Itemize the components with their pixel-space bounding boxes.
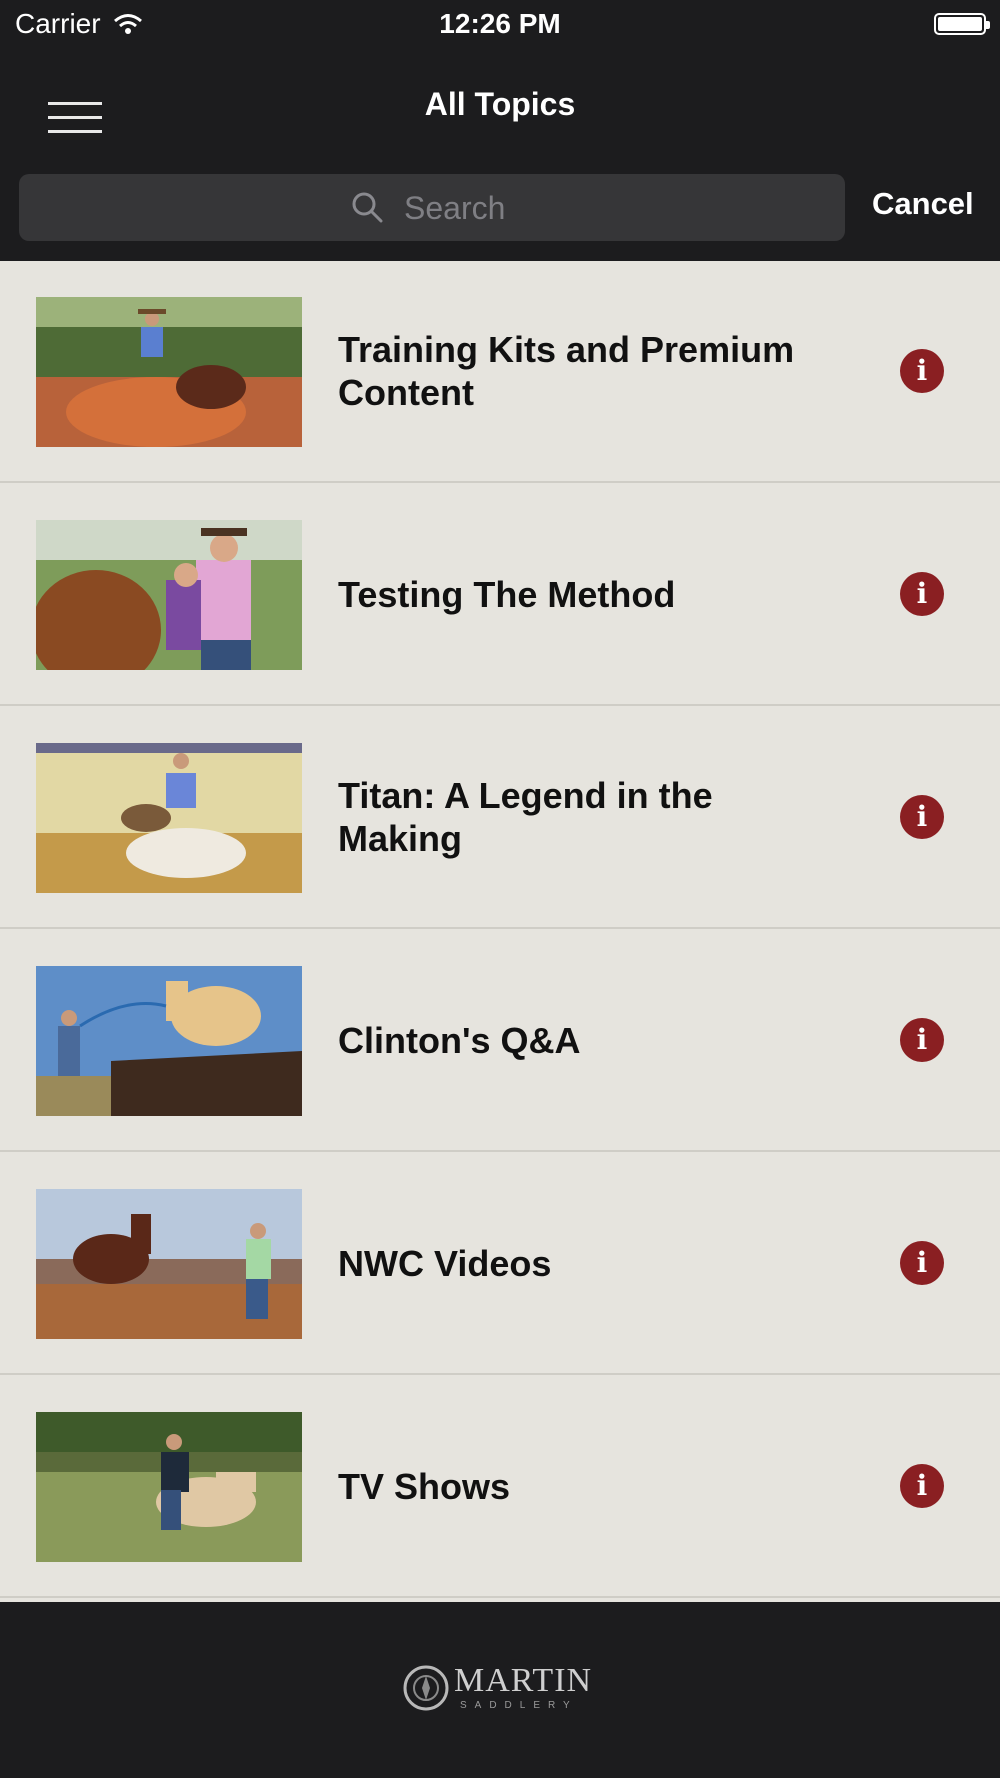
logo-subtext: SADDLERY [460, 1700, 578, 1711]
info-icon[interactable]: i [900, 572, 944, 616]
topic-title: NWC Videos [338, 1242, 552, 1284]
logo-text: MARTIN [454, 1662, 593, 1699]
topic-thumbnail [36, 520, 302, 670]
status-time: 12:26 PM [439, 8, 561, 39]
search-input[interactable] [402, 184, 826, 232]
list-item[interactable]: Titan: A Legend in the Making i [0, 707, 1000, 929]
search-bar[interactable] [19, 174, 845, 241]
martin-saddlery-logo: MARTIN SADDLERY [402, 1662, 602, 1716]
footer: MARTIN SADDLERY [0, 1602, 1000, 1778]
topic-title: Clinton's Q&A [338, 1019, 581, 1061]
list-item[interactable]: Training Kits and Premium Content i [0, 261, 1000, 483]
list-item[interactable]: TV Shows i [0, 1376, 1000, 1598]
cancel-button[interactable]: Cancel [872, 186, 974, 222]
topic-thumbnail [36, 966, 302, 1116]
list-item[interactable]: NWC Videos i [0, 1153, 1000, 1375]
topic-title: TV Shows [338, 1465, 511, 1507]
info-icon[interactable]: i [900, 1464, 944, 1508]
topic-title: Training Kits and Premium Content [338, 329, 795, 413]
page-title: All Topics [424, 86, 576, 122]
topic-thumbnail [36, 1189, 302, 1339]
topic-thumbnail [36, 743, 302, 893]
topic-title: Titan: A Legend in the Making [338, 775, 713, 859]
status-bar: Carrier 12:26 PM [0, 0, 1000, 50]
search-icon [352, 192, 383, 223]
info-icon[interactable]: i [900, 795, 944, 839]
list-item[interactable]: Testing The Method i [0, 484, 1000, 706]
topic-title: Testing The Method [338, 573, 676, 615]
info-icon[interactable]: i [900, 1018, 944, 1062]
topic-list: Training Kits and Premium Content i Test… [0, 261, 1000, 1602]
logo-emblem-icon [403, 1665, 449, 1711]
topic-thumbnail [36, 1412, 302, 1562]
list-item[interactable]: Clinton's Q&A i [0, 930, 1000, 1152]
topic-thumbnail [36, 297, 302, 447]
battery-icon [934, 13, 990, 35]
info-icon[interactable]: i [900, 349, 944, 393]
info-icon[interactable]: i [900, 1241, 944, 1285]
